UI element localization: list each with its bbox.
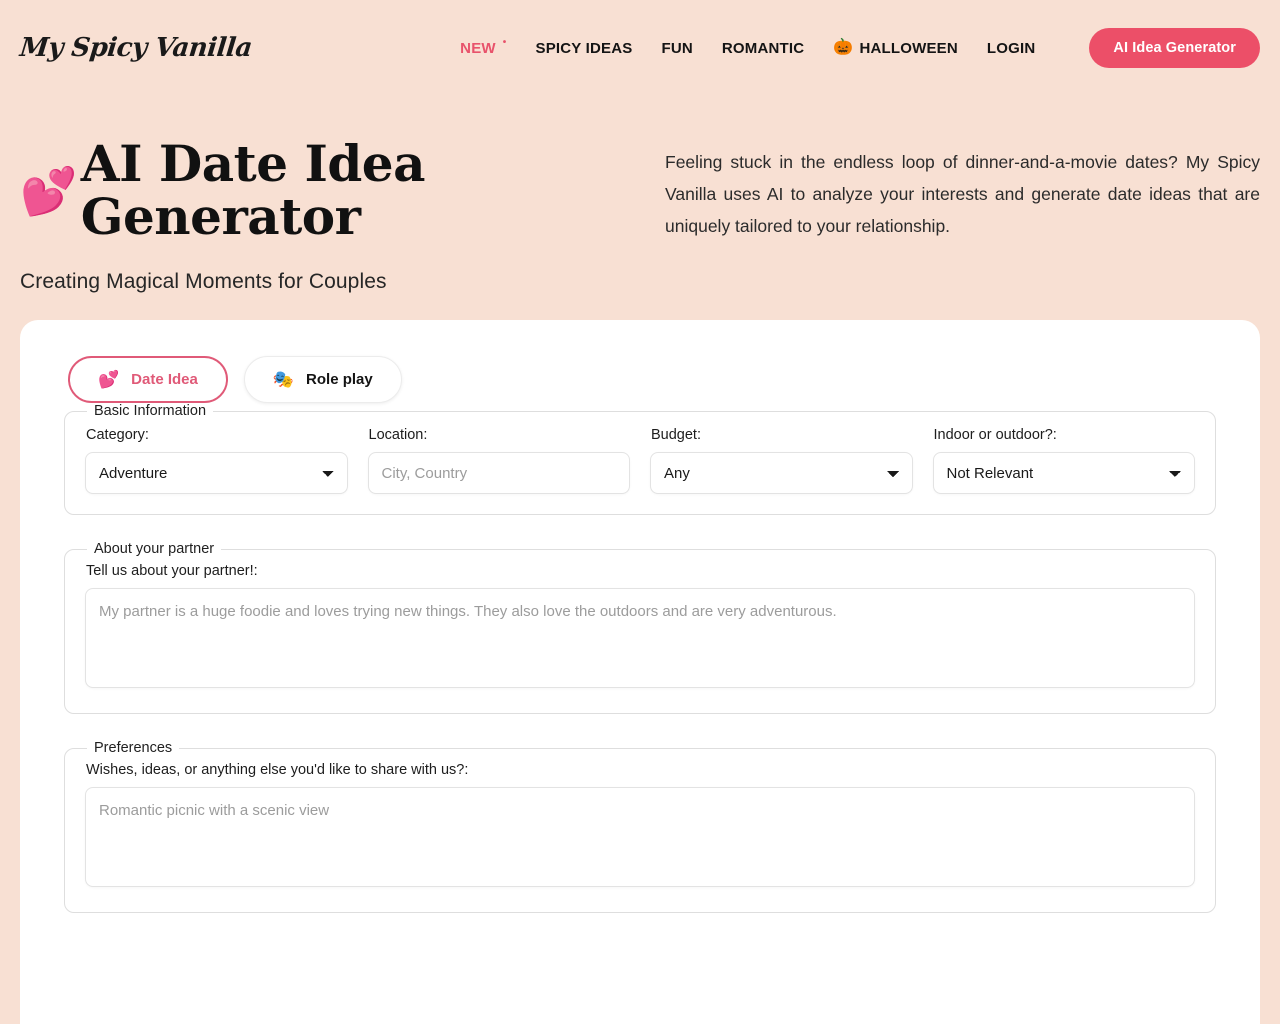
ai-idea-generator-button[interactable]: AI Idea Generator (1089, 28, 1260, 68)
field-category-label: Category: (86, 427, 149, 443)
nav-item-new-label: NEW (460, 39, 496, 57)
nav-item-spicy-ideas-label: SPICY IDEAS (535, 39, 633, 57)
field-location-label: Location: (368, 427, 428, 443)
nav-item-romantic-label: ROMANTIC (721, 39, 805, 57)
field-budget: Budget: Any (650, 427, 913, 494)
tab-date-idea-label: Date Idea (131, 371, 198, 388)
nav-item-halloween-label: HALLOWEEN (859, 39, 958, 57)
nav-item-new[interactable]: NEW • (460, 37, 507, 57)
site-header: My Spicy Vanilla NEW • SPICY IDEAS FUN RO… (0, 0, 1280, 96)
nav-item-halloween[interactable]: 🎃 HALLOWEEN (833, 40, 958, 57)
main-navigation: NEW • SPICY IDEAS FUN ROMANTIC 🎃 HALLOWEE… (460, 28, 1260, 68)
new-badge-dot-icon: • (502, 37, 507, 48)
nav-item-spicy-ideas[interactable]: SPICY IDEAS (535, 40, 632, 57)
pumpkin-icon: 🎃 (833, 39, 854, 56)
generator-card: 💕 Date Idea 🎭 Role play Basic Informatio… (20, 320, 1260, 1024)
page-title: 💕 AI Date Idea Generator (20, 134, 665, 246)
fieldset-preferences-legend: Preferences (94, 740, 173, 756)
preferences-group: Wishes, ideas, or anything else you'd li… (85, 756, 1195, 892)
about-partner-textarea[interactable] (85, 588, 1195, 688)
fieldset-basic-information: Basic Information Category: Adventure Lo… (64, 403, 1216, 515)
tab-date-idea[interactable]: 💕 Date Idea (68, 356, 228, 403)
nav-item-fun[interactable]: FUN (661, 40, 692, 57)
preferences-textarea[interactable] (85, 787, 1195, 887)
performing-arts-icon: 🎭 (272, 370, 295, 389)
field-budget-label: Budget: (651, 427, 701, 443)
nav-item-romantic[interactable]: ROMANTIC (722, 40, 804, 57)
mode-tabs: 💕 Date Idea 🎭 Role play (42, 348, 1238, 403)
category-select[interactable]: Adventure (85, 452, 348, 494)
field-indoor-outdoor-label: Indoor or outdoor?: (933, 427, 1057, 443)
indoor-outdoor-select[interactable]: Not Relevant (932, 452, 1195, 494)
page-title-text: AI Date Idea Generator (80, 134, 426, 246)
basic-information-row: Category: Adventure Location: Budget: An… (85, 419, 1195, 494)
two-hearts-icon: 💕 (98, 370, 120, 389)
field-location: Location: (367, 427, 630, 494)
fieldset-about-partner-legend: About your partner (94, 541, 215, 557)
fieldset-basic-information-legend: Basic Information (94, 403, 207, 419)
budget-select[interactable]: Any (650, 452, 913, 494)
page-subtitle: Creating Magical Moments for Couples (20, 270, 387, 293)
two-hearts-icon: 💕 (20, 163, 77, 218)
hero-left-column: 💕 AI Date Idea Generator Creating Magical… (20, 134, 665, 320)
nav-item-login-label: LOGIN (986, 39, 1036, 57)
fieldset-preferences: Preferences Wishes, ideas, or anything e… (64, 740, 1216, 913)
nav-item-fun-label: FUN (661, 39, 693, 57)
hero-right-column: Feeling stuck in the endless loop of din… (665, 138, 1260, 320)
tab-role-play[interactable]: 🎭 Role play (243, 356, 402, 403)
nav-item-login[interactable]: LOGIN (987, 40, 1036, 57)
location-input[interactable] (367, 452, 630, 494)
field-indoor-outdoor: Indoor or outdoor?: Not Relevant (932, 427, 1195, 494)
about-partner-group: Tell us about your partner!: (85, 557, 1195, 693)
hero-description: Feeling stuck in the endless loop of din… (665, 152, 1260, 236)
field-category: Category: Adventure (85, 427, 348, 494)
fieldset-about-partner: About your partner Tell us about your pa… (64, 541, 1216, 714)
preferences-label: Wishes, ideas, or anything else you'd li… (86, 762, 469, 778)
about-partner-label: Tell us about your partner!: (86, 563, 258, 579)
site-logo[interactable]: My Spicy Vanilla (18, 33, 253, 63)
hero-section: 💕 AI Date Idea Generator Creating Magical… (0, 96, 1280, 320)
tab-role-play-label: Role play (306, 371, 373, 388)
